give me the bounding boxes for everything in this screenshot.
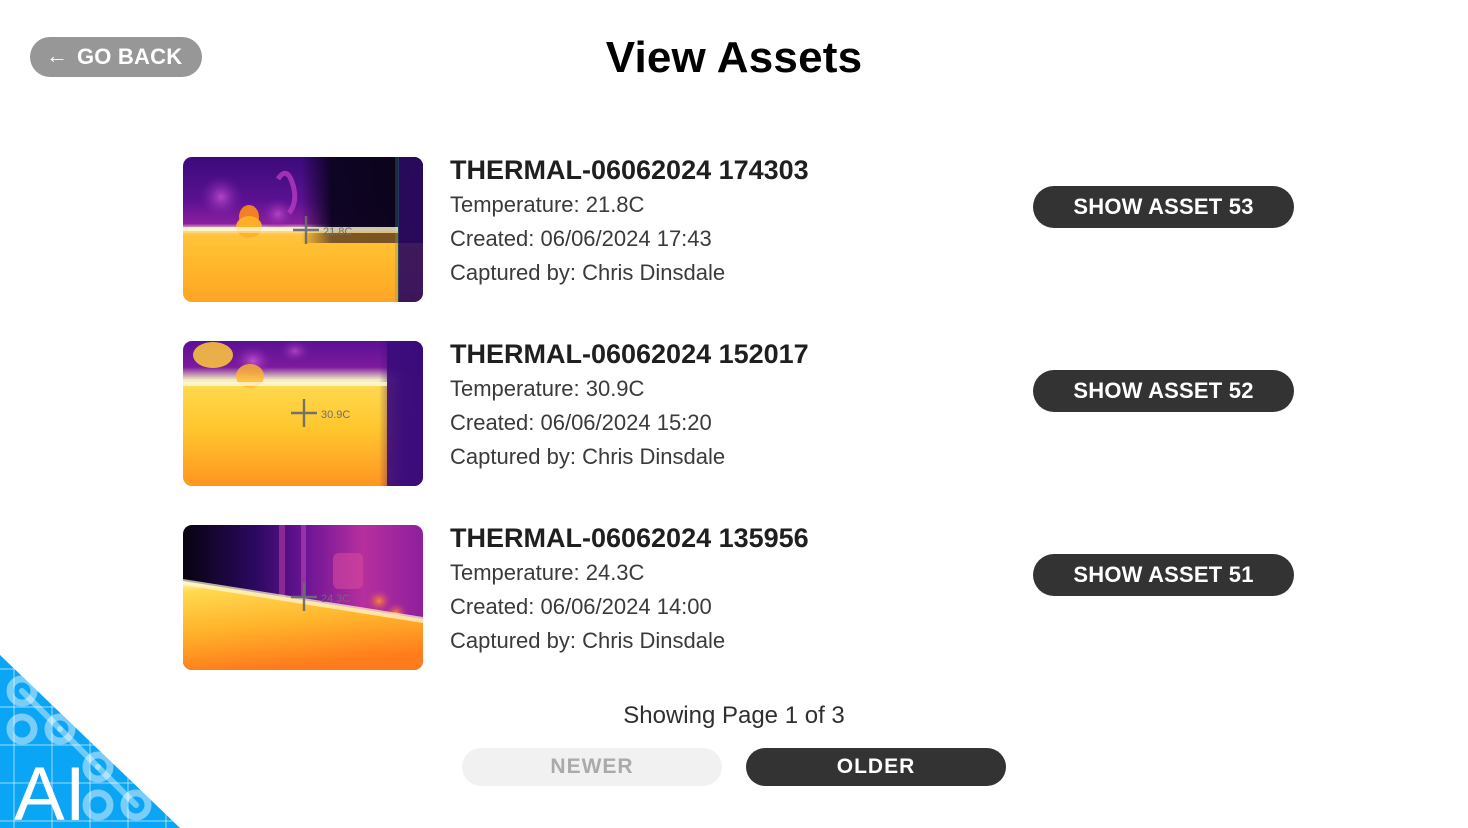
asset-list-item: 21.8C THERMAL-06062024 174303 Temperatur… [0,155,1468,341]
asset-temperature: Temperature: 30.9C [450,375,645,401]
thermal-thumbnail[interactable]: 21.8C [183,157,423,302]
asset-title: THERMAL-06062024 174303 [450,155,809,185]
asset-title: THERMAL-06062024 135956 [450,523,809,553]
thermal-temp-overlay: 30.9C [321,409,350,421]
asset-created: Created: 06/06/2024 14:00 [450,593,712,619]
asset-info: THERMAL-06062024 135956 Temperature: 24.… [450,521,1010,658]
thermal-temp-overlay: 21.8C [323,226,352,238]
asset-captured-by: Captured by: Chris Dinsdale [450,444,726,470]
asset-list-item: 24.3C THERMAL-06062024 135956 Temperatur… [0,523,1468,709]
asset-captured-by: Captured by: Chris Dinsdale [450,628,726,654]
asset-captured-by: Captured by: Chris Dinsdale [450,260,726,286]
asset-created: Created: 06/06/2024 15:20 [450,409,712,435]
thermal-thumbnail[interactable]: 30.9C [183,341,423,486]
thermal-image-2: 30.9C [183,341,423,486]
newer-page-button[interactable]: NEWER [462,748,722,786]
asset-created: Created: 06/06/2024 17:43 [450,225,712,251]
page-status-label: Showing Page 1 of 3 [623,702,845,729]
asset-info: THERMAL-06062024 152017 Temperature: 30.… [450,337,1010,474]
asset-temperature: Temperature: 24.3C [450,559,645,585]
pagination: Showing Page 1 of 3 NEWER OLDER [0,702,1468,786]
asset-list-item: 30.9C THERMAL-06062024 152017 Temperatur… [0,339,1468,525]
thermal-image-1: 21.8C [183,157,423,302]
thermal-image-3: 24.3C [183,525,423,670]
pagination-buttons: NEWER OLDER [0,748,1468,786]
thermal-thumbnail[interactable]: 24.3C [183,525,423,670]
view-assets-page: ← GO BACK View Assets 21.8C THERMAL-0606… [0,0,1468,828]
older-page-button[interactable]: OLDER [746,748,1006,786]
thermal-temp-overlay: 24.3C [321,593,350,605]
asset-temperature: Temperature: 21.8C [450,191,645,217]
show-asset-button[interactable]: SHOW ASSET 52 [1033,370,1294,412]
asset-list: 21.8C THERMAL-06062024 174303 Temperatur… [0,155,1468,709]
asset-title: THERMAL-06062024 152017 [450,339,809,369]
show-asset-button[interactable]: SHOW ASSET 51 [1033,554,1294,596]
show-asset-button[interactable]: SHOW ASSET 53 [1033,186,1294,228]
page-title: View Assets [605,33,863,82]
asset-info: THERMAL-06062024 174303 Temperature: 21.… [450,153,1010,290]
